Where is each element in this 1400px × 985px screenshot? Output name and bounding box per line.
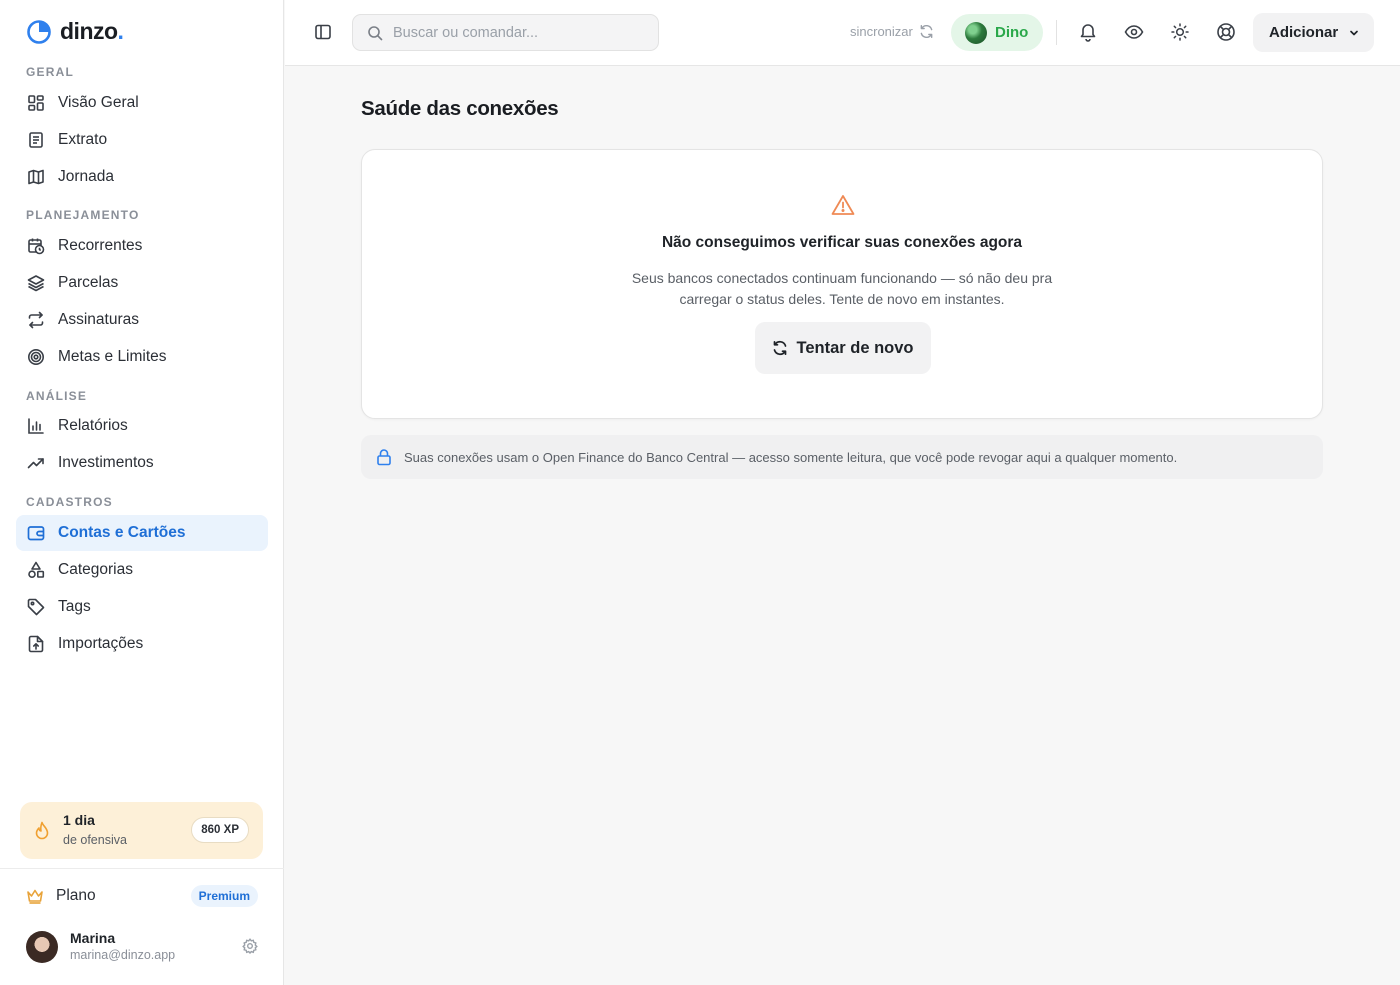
eye-icon[interactable] <box>1124 22 1144 42</box>
section-label-cadastros: CADASTROS <box>26 495 113 509</box>
user-name: Marina <box>70 930 116 946</box>
gear-icon[interactable] <box>242 938 258 954</box>
sidebar-item-jornada[interactable]: Jornada <box>16 159 268 195</box>
sidebar-item-label: Visão Geral <box>58 94 139 111</box>
repeat-arrows-icon <box>26 310 46 330</box>
search-input[interactable] <box>393 24 643 41</box>
wallet-icon <box>26 523 46 543</box>
add-button[interactable]: Adicionar <box>1253 13 1374 52</box>
sync-label: sincronizar <box>850 24 913 39</box>
sidebar-item-metas-e-limites[interactable]: Metas e Limites <box>16 339 268 375</box>
error-description-line-1: Seus bancos conectados continuam funcion… <box>631 270 1053 286</box>
sidebar-item-label: Contas e Cartões <box>58 524 186 541</box>
layers-icon <box>26 273 46 293</box>
help-lifebuoy-icon[interactable] <box>1216 22 1236 42</box>
assistant-name: Dino <box>995 24 1029 41</box>
brand-logo[interactable]: dinzo. <box>26 18 124 45</box>
crown-icon <box>26 887 44 905</box>
plan-label: Plano <box>56 887 96 904</box>
sidebar-item-label: Investimentos <box>58 454 154 471</box>
dino-avatar-icon <box>965 21 987 44</box>
trend-up-icon <box>26 453 46 473</box>
map-icon <box>26 167 46 187</box>
sidebar-item-extrato[interactable]: Extrato <box>16 122 268 158</box>
xp-badge: 860 XP <box>191 817 249 843</box>
error-description: Seus bancos conectados continuam funcion… <box>602 268 1082 310</box>
bell-icon[interactable] <box>1078 22 1098 42</box>
section-label-geral: GERAL <box>26 65 74 79</box>
flame-icon <box>34 821 50 841</box>
dinzo-logo-icon <box>27 19 51 44</box>
sidebar-item-label: Metas e Limites <box>58 348 167 365</box>
avatar <box>26 931 58 963</box>
sidebar-item-label: Parcelas <box>58 274 119 291</box>
chevron-down-icon <box>1348 27 1360 39</box>
add-label: Adicionar <box>1269 24 1339 41</box>
search-icon <box>367 25 383 41</box>
top-bar: sincronizar Dino Adicionar <box>285 0 1400 66</box>
error-description-line-2: carregar o status deles. Tente de novo e… <box>679 291 1005 307</box>
sidebar-item-recorrentes[interactable]: Recorrentes <box>16 228 268 264</box>
connection-error-card: Não conseguimos verificar suas conexões … <box>361 149 1323 419</box>
section-label-planejamento: PLANEJAMENTO <box>26 208 140 222</box>
toolbar-divider <box>1056 20 1057 45</box>
sidebar-item-label: Assinaturas <box>58 311 139 328</box>
sidebar: dinzo. GERAL Visão Geral Extrato Jornada… <box>0 0 284 985</box>
sidebar-item-label: Recorrentes <box>58 237 143 254</box>
streak-card[interactable]: 1 dia de ofensiva 860 XP <box>20 802 263 859</box>
sidebar-item-parcelas[interactable]: Parcelas <box>16 265 268 301</box>
sidebar-item-visao-geral[interactable]: Visão Geral <box>16 85 268 121</box>
sidebar-item-label: Jornada <box>58 168 115 185</box>
sidebar-item-investimentos[interactable]: Investimentos <box>16 445 268 481</box>
streak-days: 1 dia <box>63 812 95 828</box>
sidebar-item-tags[interactable]: Tags <box>16 589 268 625</box>
sidebar-item-importacoes[interactable]: Importações <box>16 626 268 662</box>
user-email: marina@dinzo.app <box>70 948 176 962</box>
retry-button[interactable]: Tentar de novo <box>755 322 931 374</box>
dashboard-grid-icon <box>26 93 46 113</box>
sync-button[interactable]: sincronizar <box>850 24 934 39</box>
plan-row[interactable]: Plano Premium <box>26 884 258 908</box>
sidebar-item-label: Importações <box>58 635 144 652</box>
sidebar-item-assinaturas[interactable]: Assinaturas <box>16 302 268 338</box>
sidebar-item-label: Categorias <box>58 561 133 578</box>
target-icon <box>26 347 46 367</box>
sidebar-item-relatorios[interactable]: Relatórios <box>16 408 268 444</box>
tag-icon <box>26 597 46 617</box>
error-title: Não conseguimos verificar suas conexões … <box>661 234 1023 251</box>
brand-name: dinzo. <box>60 18 124 44</box>
calendar-clock-icon <box>26 236 46 256</box>
warning-triangle-icon <box>831 194 855 216</box>
open-finance-info-banner: Suas conexões usam o Open Finance do Ban… <box>361 435 1323 479</box>
document-list-icon <box>26 130 46 150</box>
sun-icon[interactable] <box>1170 22 1190 42</box>
page-title: Saúde das conexões <box>361 97 559 120</box>
sidebar-item-label: Tags <box>58 598 91 615</box>
streak-subtitle: de ofensiva <box>63 833 127 847</box>
sidebar-item-contas-e-cartoes[interactable]: Contas e Cartões <box>16 515 268 551</box>
assistant-dino-button[interactable]: Dino <box>951 14 1043 51</box>
file-upload-icon <box>26 634 46 654</box>
sidebar-item-categorias[interactable]: Categorias <box>16 552 268 588</box>
bar-chart-icon <box>26 416 46 436</box>
refresh-icon <box>919 24 934 39</box>
retry-label: Tentar de novo <box>796 338 914 357</box>
search-box[interactable] <box>352 14 659 51</box>
plan-badge: Premium <box>190 885 258 907</box>
sidebar-item-label: Relatórios <box>58 417 128 434</box>
shapes-icon <box>26 560 46 580</box>
refresh-icon <box>772 340 788 356</box>
sidebar-divider <box>0 868 284 869</box>
sidebar-toggle-icon[interactable] <box>314 23 332 41</box>
user-profile[interactable]: Marina marina@dinzo.app <box>26 929 258 965</box>
info-text: Suas conexões usam o Open Finance do Ban… <box>404 449 1178 465</box>
section-label-analise: ANÁLISE <box>26 389 88 403</box>
sidebar-item-label: Extrato <box>58 131 108 148</box>
lock-icon <box>376 448 392 466</box>
